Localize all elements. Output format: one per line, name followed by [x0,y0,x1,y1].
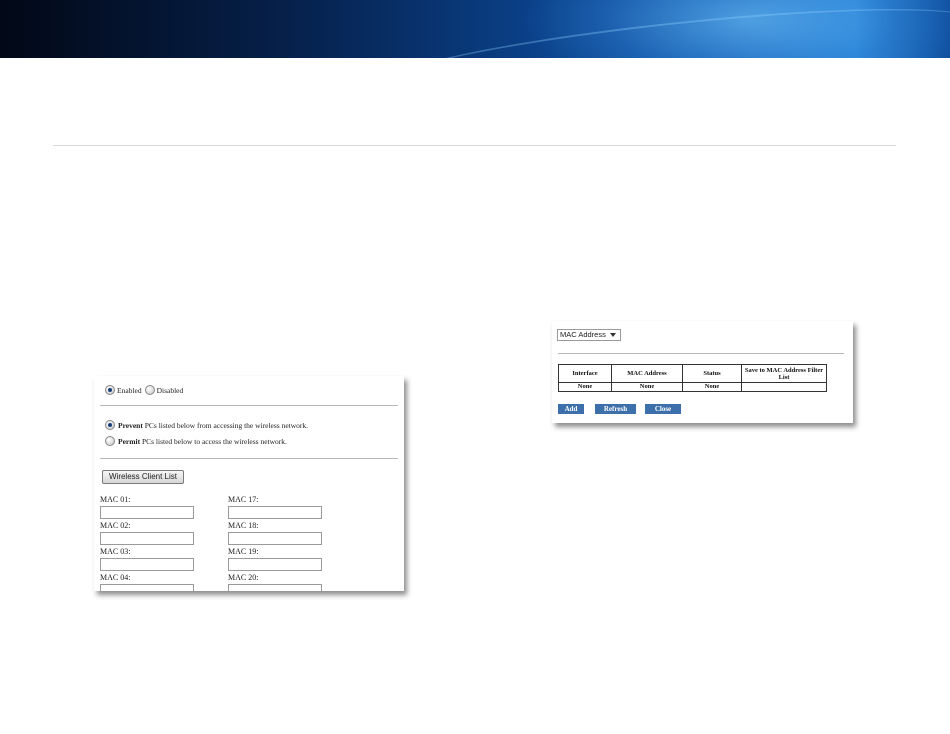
column-header-interface: Interface [558,364,612,383]
client-table: Interface MAC Address Status Save to MAC… [558,364,827,392]
prevent-label-text: PCs listed below from accessing the wire… [142,420,309,430]
add-button[interactable]: Add [558,404,584,414]
prevent-radio[interactable] [105,420,115,430]
mac-label: MAC 18: [228,521,259,530]
mac-20-field[interactable] [228,584,322,591]
mac-label: MAC 04: [100,573,131,582]
disabled-radio[interactable] [144,385,155,395]
chevron-down-icon [610,333,616,337]
divider [100,405,398,406]
enable-radio-group: Enabled Disabled [105,385,183,395]
divider [558,353,844,354]
cell-interface: None [558,382,612,392]
divider [100,458,398,459]
table-header-row: Interface MAC Address Status Save to MAC… [558,364,827,383]
column-header-mac-address: MAC Address [611,364,683,383]
enabled-radio[interactable] [105,385,115,395]
permit-label-text: PCs listed below to access the wireless … [140,436,287,446]
close-button[interactable]: Close [645,404,681,414]
permit-option: Permit PCs listed below to access the wi… [105,436,287,446]
mac-label: MAC 03: [100,547,131,556]
mac-label: MAC 01: [100,495,131,504]
refresh-button[interactable]: Refresh [595,404,636,414]
sort-select-value: MAC Address [560,330,606,339]
section-divider [53,145,896,146]
mac-filter-settings-panel: Enabled Disabled Prevent PCs listed belo… [94,376,404,591]
mac-03-field[interactable] [100,558,194,571]
header-banner [0,0,950,58]
disabled-label: Disabled [156,385,184,395]
mac-04-field[interactable] [100,584,194,591]
enabled-label: Enabled [117,385,142,395]
mac-label: MAC 17: [228,495,259,504]
wireless-client-list-button[interactable]: Wireless Client List [102,470,184,484]
cell-mac-address: None [611,382,683,392]
prevent-option: Prevent PCs listed below from accessing … [105,420,308,430]
table-row: None None None [558,382,827,392]
mac-17-field[interactable] [228,506,322,519]
sort-select[interactable]: MAC Address [557,329,621,341]
prevent-label-bold: Prevent [118,420,143,430]
permit-label-bold: Permit [118,436,141,446]
mac-18-field[interactable] [228,532,322,545]
mac-02-field[interactable] [100,532,194,545]
mac-19-field[interactable] [228,558,322,571]
mac-label: MAC 19: [228,547,259,556]
cell-save-to-filter [741,382,827,392]
mac-label: MAC 02: [100,521,131,530]
permit-radio[interactable] [105,436,115,446]
mac-01-field[interactable] [100,506,194,519]
wireless-client-list-panel: MAC Address Interface MAC Address Status… [552,321,853,423]
mac-label: MAC 20: [228,573,259,582]
column-header-status: Status [682,364,742,383]
column-header-save-to-filter: Save to MAC Address Filter List [741,364,827,383]
cell-status: None [682,382,742,392]
